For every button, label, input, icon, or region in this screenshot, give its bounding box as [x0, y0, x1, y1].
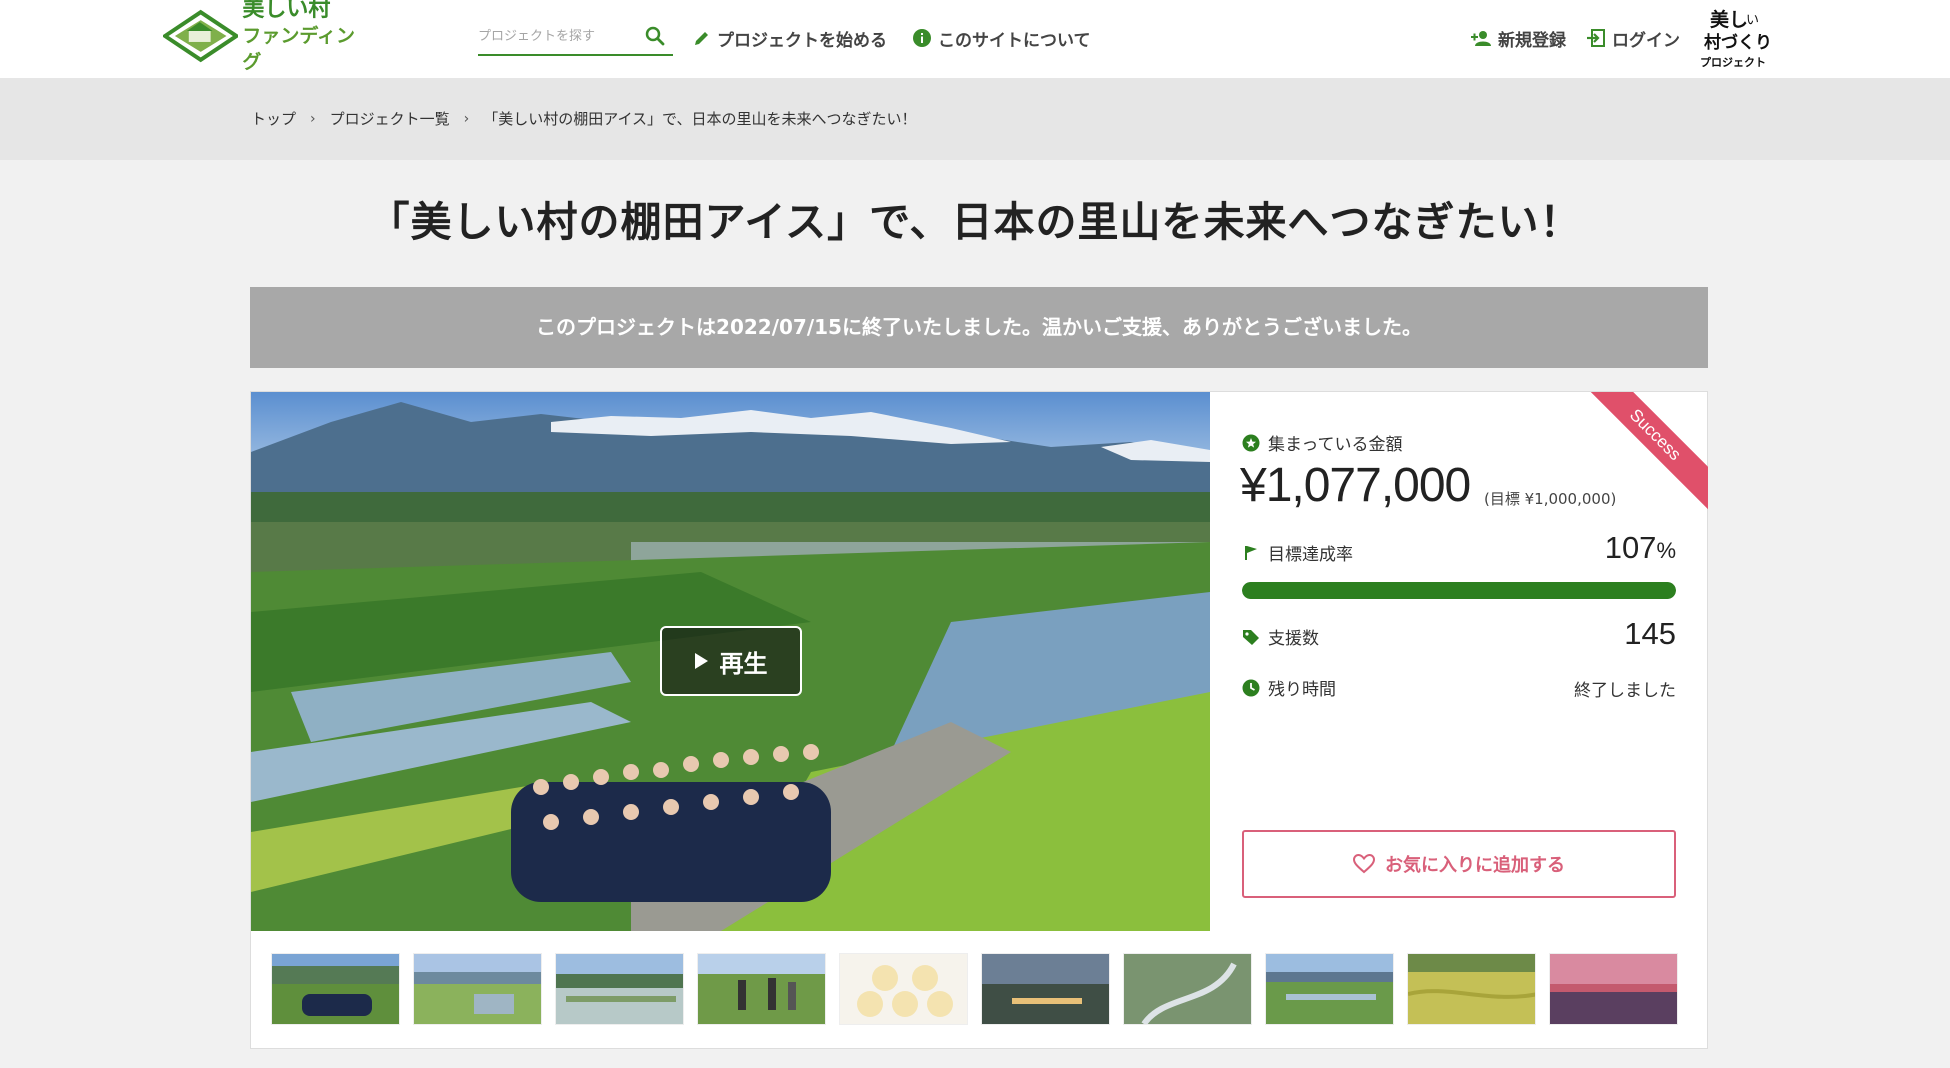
play-label: 再生: [719, 649, 768, 678]
star-icon: [1242, 434, 1260, 451]
flag-icon: [1245, 545, 1257, 560]
svg-text:い: い: [1746, 13, 1759, 28]
pencil-icon: [695, 32, 708, 45]
thumbnail[interactable]: [981, 953, 1110, 1025]
thumbnail[interactable]: [1123, 953, 1252, 1025]
breadcrumb: トップ › プロジェクト一覧 › 「美しい村の棚田アイス」で、日本の里山を未来へ…: [251, 108, 916, 129]
login-label: ログイン: [1612, 30, 1680, 51]
favorite-label: お気に入りに追加する: [1385, 855, 1565, 876]
collected-amount: ¥1,077,000: [1240, 459, 1471, 512]
goal-amount: (目標 ¥1,000,000): [1484, 490, 1617, 508]
svg-text:村づくり: 村づくり: [1704, 32, 1772, 53]
thumbnail[interactable]: [1265, 953, 1394, 1025]
backers-label: 支援数: [1242, 624, 1319, 649]
progress-bar-fill: [1242, 582, 1676, 599]
about-site-label: このサイトについて: [938, 30, 1091, 51]
start-project-label: プロジェクトを始める: [717, 30, 887, 51]
thumbnail[interactable]: [271, 953, 400, 1025]
search-box: [478, 18, 673, 56]
thumbnail[interactable]: [697, 953, 826, 1025]
page-title: 「美しい村の棚田アイス」で、日本の里山を未来へつなぎたい！: [368, 198, 1582, 246]
logo-mark-icon: [163, 9, 239, 63]
tag-icon: [1243, 629, 1259, 645]
thumbnail[interactable]: [1549, 953, 1678, 1025]
remaining-time-value: 終了しました: [1574, 681, 1676, 701]
logo-line2: ファンディング: [242, 25, 356, 73]
info-icon: [913, 29, 931, 47]
signup-label: 新規登録: [1498, 30, 1566, 51]
progress-bar: [1242, 582, 1676, 599]
svg-text:美し: 美し: [1710, 8, 1748, 31]
breadcrumb-project-list[interactable]: プロジェクト一覧: [330, 108, 450, 129]
achievement-rate-label: 目標達成率: [1242, 540, 1353, 565]
backers-label-text: 支援数: [1268, 629, 1319, 649]
add-favorite-button[interactable]: お気に入りに追加する: [1242, 830, 1676, 898]
logo-line1: 美しい村: [242, 0, 331, 22]
svg-text:プロジェクト: プロジェクト: [1700, 55, 1766, 69]
collected-amount-label: 集まっている金額: [1242, 430, 1402, 455]
achievement-rate-value: 107%: [1605, 530, 1676, 566]
search-icon[interactable]: [643, 24, 667, 48]
thumbnail[interactable]: [1407, 953, 1536, 1025]
site-logo[interactable]: 美しい村 ファンディング: [163, 0, 373, 73]
rate-label-text: 目標達成率: [1268, 545, 1353, 565]
funding-stats: Success 集まっている金額 ¥1,077,000 (目標 ¥1,000,0…: [1210, 392, 1708, 931]
project-panel: 再生 Success 集まっている金額 ¥1,077,000 (目標 ¥1,00…: [250, 391, 1708, 1049]
breadcrumb-current: 「美しい村の棚田アイス」で、日本の里山を未来へつなぎたい！: [483, 110, 917, 128]
collected-label-text: 集まっている金額: [1268, 435, 1403, 455]
thumbnail[interactable]: [413, 953, 542, 1025]
search-input[interactable]: [478, 18, 638, 54]
play-button[interactable]: 再生: [660, 626, 802, 696]
clock-icon: [1242, 679, 1260, 696]
breadcrumb-separator: ›: [463, 110, 470, 127]
play-icon: [694, 653, 708, 669]
rate-number: 107: [1604, 530, 1657, 565]
backers-count: 145: [1624, 616, 1676, 651]
site-header: 美しい村 ファンディング プロジェクトを始める このサイトについて: [0, 0, 1950, 78]
remaining-time-label: 残り時間: [1242, 675, 1336, 700]
breadcrumb-bar: トップ › プロジェクト一覧 › 「美しい村の棚田アイス」で、日本の里山を未来へ…: [0, 78, 1950, 160]
login-icon: [1587, 29, 1605, 47]
breadcrumb-top[interactable]: トップ: [251, 108, 296, 129]
village-project-logo[interactable]: 美し い 村づくり プロジェクト: [1696, 4, 1780, 72]
heart-icon: [1353, 854, 1375, 874]
thumbnail-strip: [271, 953, 1691, 1027]
thumbnail[interactable]: [839, 953, 968, 1025]
time-label-text: 残り時間: [1268, 680, 1336, 700]
signup-link[interactable]: 新規登録: [1470, 24, 1566, 52]
breadcrumb-separator: ›: [310, 110, 316, 127]
add-user-icon: [1471, 31, 1491, 46]
project-ended-notice: このプロジェクトは2022/07/15に終了いたしました。温かいご支援、ありがと…: [250, 287, 1708, 368]
about-site-link[interactable]: このサイトについて: [912, 24, 1091, 52]
thumbnail[interactable]: [555, 953, 684, 1025]
start-project-link[interactable]: プロジェクトを始める: [693, 24, 887, 52]
project-video[interactable]: 再生: [251, 392, 1210, 931]
login-link[interactable]: ログイン: [1586, 24, 1680, 52]
rate-unit: %: [1656, 538, 1676, 563]
